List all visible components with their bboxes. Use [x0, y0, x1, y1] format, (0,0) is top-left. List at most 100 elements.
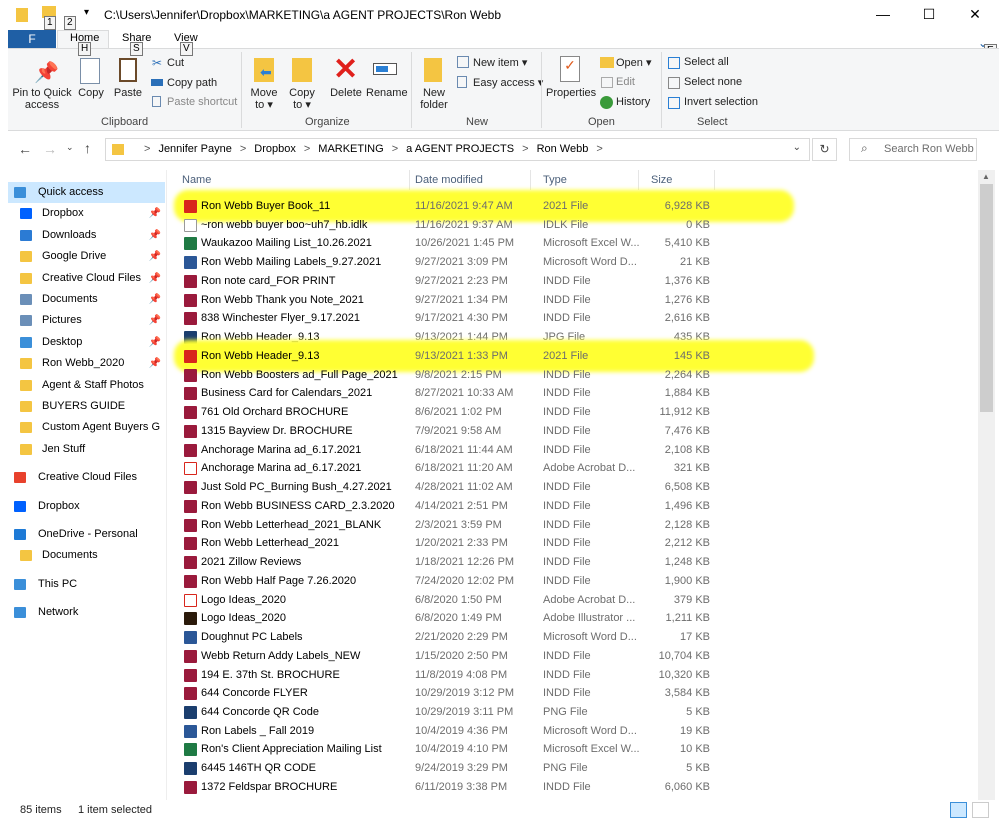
sidebar-item[interactable]: This PC — [8, 574, 165, 595]
file-row[interactable]: 6445 146TH QR CODE 9/24/2019 3:29 PM PNG F… — [170, 759, 978, 777]
file-row[interactable]: Business Card for Calendars_2021 8/27/202… — [170, 384, 978, 402]
file-row[interactable]: Ron Webb Thank you Note_2021 9/27/2021 1:… — [170, 291, 978, 309]
pinned-icon[interactable]: 📌 — [149, 203, 161, 224]
address-bar[interactable]: > Jennifer Payne > Dropbox > MARKETING > a AGEN… — [105, 138, 810, 161]
history-button[interactable]: History — [616, 96, 650, 108]
select-none-button[interactable]: Select none — [684, 76, 742, 88]
file-row[interactable]: Anchorage Marina ad_6.17.2021 6/18/2021 1… — [170, 459, 978, 477]
sidebar-item[interactable]: Documents — [8, 545, 165, 566]
file-row[interactable]: 1315 Bayview Dr. BROCHURE 7/9/2021 9:58 A… — [170, 422, 978, 440]
edit-button[interactable]: Edit — [616, 76, 635, 88]
column-header-type[interactable]: Type — [531, 170, 639, 190]
scrollbar-thumb[interactable] — [980, 184, 993, 412]
file-row[interactable]: Ron's Client Appreciation Mailing List 10… — [170, 740, 978, 758]
select-all-button[interactable]: Select all — [684, 56, 729, 68]
paste-shortcut-button[interactable]: Paste shortcut — [167, 96, 237, 108]
sidebar-item[interactable]: OneDrive - Personal — [8, 524, 165, 545]
copy-button[interactable]: Copy — [76, 87, 106, 99]
forward-button[interactable]: → — [43, 141, 57, 157]
copy-to-button[interactable]: Copy to ▾ — [286, 87, 318, 111]
sidebar-item[interactable]: Dropbox — [8, 496, 165, 517]
file-row[interactable]: Ron Webb Letterhead_2021 1/20/2021 2:33 P… — [170, 534, 978, 552]
file-row[interactable]: 838 Winchester Flyer_9.17.2021 9/17/2021 … — [170, 309, 978, 327]
tab-file[interactable]: F — [8, 30, 56, 48]
breadcrumb-item[interactable]: a AGENT PROJECTS — [406, 143, 514, 155]
file-row[interactable]: Ron Webb Half Page 7.26.2020 7/24/2020 12… — [170, 572, 978, 590]
file-row[interactable]: Anchorage Marina ad_6.17.2021 6/18/2021 1… — [170, 441, 978, 459]
address-dropdown-icon[interactable]: ⌄ — [793, 142, 801, 153]
recent-locations-icon[interactable]: ⌄ — [66, 142, 74, 153]
maximize-button[interactable]: ☐ — [906, 0, 952, 30]
properties-button[interactable]: Properties — [546, 87, 596, 99]
sidebar-item[interactable]: Documents 📌 — [8, 289, 165, 310]
sidebar-item[interactable]: Agent & Staff Photos — [8, 375, 165, 396]
sidebar-item[interactable]: Desktop 📌 — [8, 332, 165, 353]
up-button[interactable]: ↑ — [84, 140, 91, 156]
invert-selection-button[interactable]: Invert selection — [684, 96, 758, 108]
column-header-name[interactable]: Name — [170, 170, 410, 190]
file-row[interactable]: Ron Webb BUSINESS CARD_2.3.2020 4/14/2021… — [170, 497, 978, 515]
new-item-button[interactable]: New item ▾ — [473, 56, 527, 69]
paste-button[interactable]: Paste — [112, 87, 144, 99]
delete-button[interactable]: Delete — [328, 87, 364, 99]
pinned-icon[interactable]: 📌 — [149, 225, 161, 246]
file-row[interactable]: 2021 Zillow Reviews 1/18/2021 12:26 PM IND… — [170, 553, 978, 571]
back-button[interactable]: ← — [18, 141, 32, 157]
file-row[interactable]: 644 Concorde QR Code 10/29/2019 3:11 PM PN… — [170, 703, 978, 721]
file-row[interactable]: Just Sold PC_Burning Bush_4.27.2021 4/28/… — [170, 478, 978, 496]
file-row[interactable]: Logo Ideas_2020 6/8/2020 1:50 PM Adobe Acr… — [170, 591, 978, 609]
vertical-scrollbar[interactable]: ▲ — [978, 170, 995, 800]
file-row[interactable]: Ron Webb Header_9.13 9/13/2021 1:33 PM 202… — [170, 347, 978, 365]
open-button[interactable]: Open ▾ — [616, 56, 652, 69]
pinned-icon[interactable]: 📌 — [149, 289, 161, 310]
file-row[interactable]: 761 Old Orchard BROCHURE 8/6/2021 1:02 PM… — [170, 403, 978, 421]
column-header-size[interactable]: Size — [639, 170, 715, 190]
breadcrumb-item[interactable]: Dropbox — [254, 143, 296, 155]
file-row[interactable]: Doughnut PC Labels 2/21/2020 2:29 PM Micro… — [170, 628, 978, 646]
sidebar-item[interactable]: Downloads 📌 — [8, 225, 165, 246]
sidebar-item[interactable]: Dropbox 📌 — [8, 203, 165, 224]
file-row[interactable]: Ron Webb Buyer Book_11 11/16/2021 9:47 AM… — [170, 197, 978, 215]
breadcrumb-item[interactable]: MARKETING — [318, 143, 383, 155]
breadcrumb-separator-icon[interactable]: > — [522, 143, 528, 155]
sidebar-item[interactable]: Creative Cloud Files 📌 — [8, 268, 165, 289]
sidebar-item[interactable]: Network — [8, 602, 165, 623]
pinned-icon[interactable]: 📌 — [149, 332, 161, 353]
pinned-icon[interactable]: 📌 — [149, 268, 161, 289]
rename-button[interactable]: Rename — [366, 87, 408, 99]
file-row[interactable]: Webb Return Addy Labels_NEW 1/15/2020 2:5… — [170, 647, 978, 665]
sidebar-item[interactable]: Pictures 📌 — [8, 310, 165, 331]
column-header-date[interactable]: Date modified — [403, 170, 531, 190]
file-row[interactable]: 1372 Feldspar BROCHURE 6/11/2019 3:38 PM I… — [170, 778, 978, 796]
sidebar-item[interactable]: Creative Cloud Files — [8, 467, 165, 488]
file-row[interactable]: 194 E. 37th St. BROCHURE 11/8/2019 4:08 P… — [170, 666, 978, 684]
file-row[interactable]: ~ron webb buyer boo~uh7_hb.idlk 11/16/202… — [170, 216, 978, 234]
details-view-button[interactable] — [950, 802, 967, 818]
file-row[interactable]: Ron note card_FOR PRINT 9/27/2021 2:23 PM… — [170, 272, 978, 290]
pinned-icon[interactable]: 📌 — [149, 246, 161, 267]
minimize-button[interactable]: — — [860, 0, 906, 30]
pin-to-quick-access-button[interactable]: Pin to Quick access — [12, 87, 72, 111]
file-row[interactable]: 644 Concorde FLYER 10/29/2019 3:12 PM INDD… — [170, 684, 978, 702]
file-row[interactable]: Ron Labels _ Fall 2019 10/4/2019 4:36 PM M… — [170, 722, 978, 740]
qat-dropdown-icon[interactable]: ▾ — [84, 7, 89, 18]
breadcrumb-separator-icon[interactable]: > — [392, 143, 398, 155]
breadcrumb-separator-icon[interactable]: > — [596, 143, 602, 155]
breadcrumb-item[interactable]: Jennifer Payne — [158, 143, 231, 155]
move-to-button[interactable]: Move to ▾ — [248, 87, 280, 111]
breadcrumb-separator-icon[interactable]: > — [240, 143, 246, 155]
breadcrumb-item[interactable]: Ron Webb — [537, 143, 589, 155]
pinned-icon[interactable]: 📌 — [149, 353, 161, 374]
easy-access-button[interactable]: Easy access ▾ — [473, 76, 543, 89]
breadcrumb-separator-icon[interactable]: > — [304, 143, 310, 155]
file-row[interactable]: Waukazoo Mailing List_10.26.2021 10/26/20… — [170, 234, 978, 252]
file-row[interactable]: Logo Ideas_2020 6/8/2020 1:49 PM Adobe Ill… — [170, 609, 978, 627]
sidebar-item[interactable]: Jen Stuff — [8, 439, 165, 460]
sidebar-item[interactable]: BUYERS GUIDE — [8, 396, 165, 417]
sidebar-item[interactable]: Ron Webb_2020 📌 — [8, 353, 165, 374]
pinned-icon[interactable]: 📌 — [149, 310, 161, 331]
file-row[interactable]: Ron Webb Letterhead_2021_BLANK 2/3/2021 3… — [170, 516, 978, 534]
search-input[interactable]: Search Ron Webb — [849, 138, 977, 161]
sidebar-item[interactable]: Quick access — [8, 182, 165, 203]
sidebar-item[interactable]: Custom Agent Buyers G — [8, 417, 165, 438]
